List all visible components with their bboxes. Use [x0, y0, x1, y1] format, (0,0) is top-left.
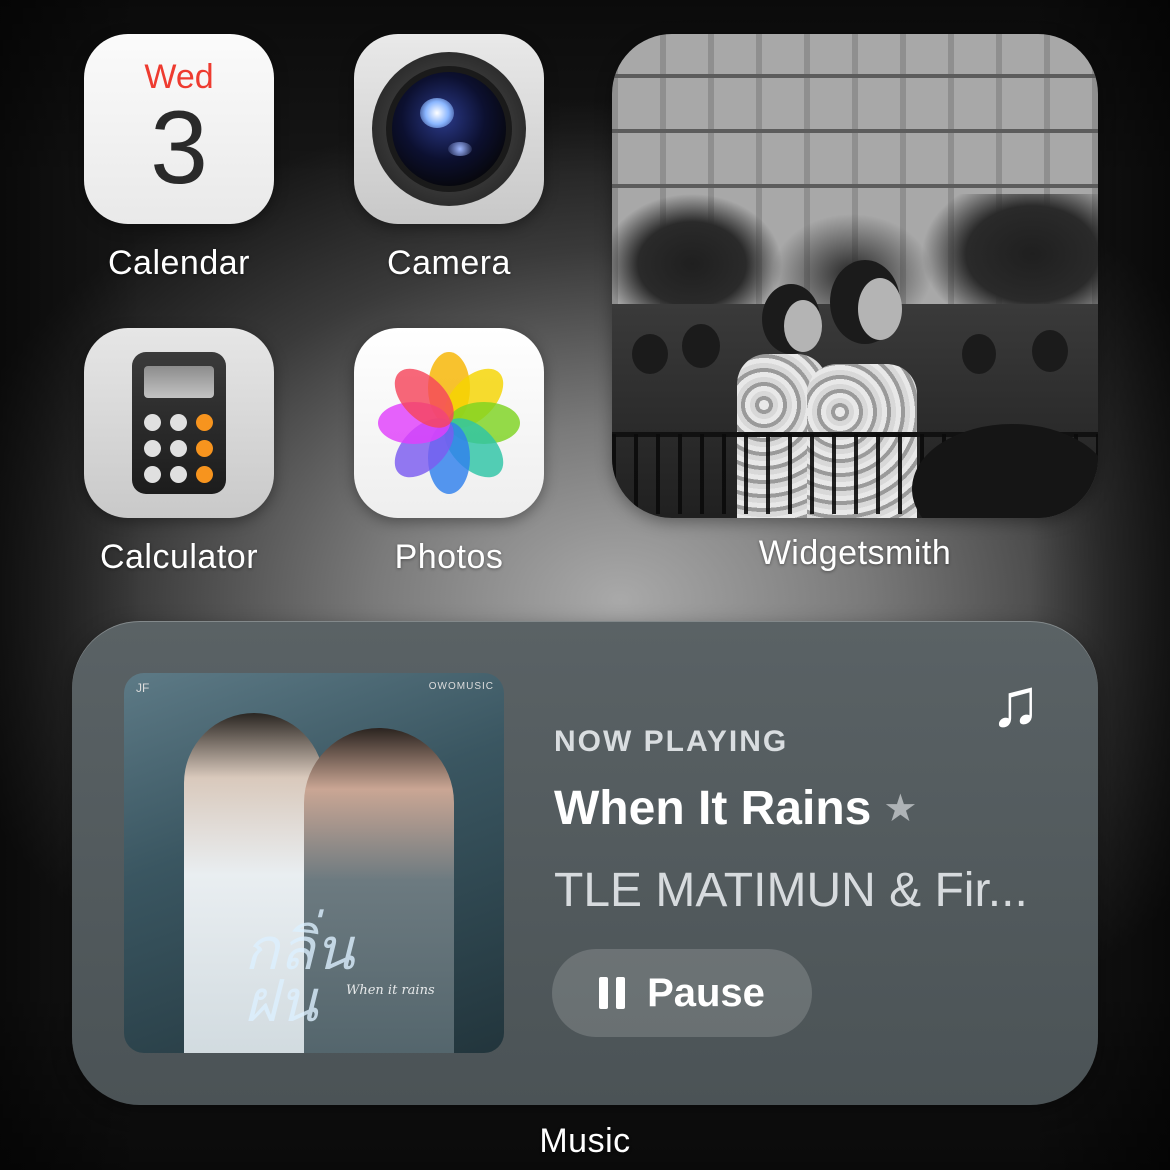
- pause-icon: [599, 977, 626, 1009]
- app-label-camera: Camera: [387, 244, 511, 282]
- calendar-date: 3: [150, 90, 208, 206]
- widgetsmith-photo-widget[interactable]: [612, 34, 1098, 518]
- app-label-calculator: Calculator: [99, 538, 259, 576]
- widget-label-widgetsmith: Widgetsmith: [758, 534, 952, 572]
- pause-button[interactable]: Pause: [552, 949, 812, 1037]
- album-label-logo: OWOMUSIC: [428, 681, 494, 692]
- music-widget[interactable]: JF OWOMUSIC กลิ่น ฝน When it rains ♫ NOW…: [72, 621, 1098, 1105]
- app-photos[interactable]: Photos: [354, 328, 544, 577]
- calendar-icon[interactable]: Wed 3: [84, 34, 274, 224]
- app-label-calendar: Calendar: [108, 244, 250, 282]
- album-subtitle: When it rains: [346, 983, 435, 998]
- photos-icon[interactable]: [354, 328, 544, 518]
- album-artwork[interactable]: JF OWOMUSIC กลิ่น ฝน When it rains: [124, 673, 504, 1053]
- widget-label-music: Music: [539, 1122, 631, 1160]
- camera-icon[interactable]: [354, 34, 544, 224]
- album-title-script: กลิ่น ฝน: [244, 915, 355, 1036]
- artist-name: TLE MATIMUN & Fir...: [554, 864, 1028, 917]
- album-corner-logo: JF: [136, 681, 150, 695]
- song-title: When It Rains: [554, 782, 872, 835]
- app-calendar[interactable]: Wed 3 Calendar: [84, 34, 274, 283]
- now-playing-label: NOW PLAYING: [554, 725, 789, 758]
- music-note-icon: ♫: [990, 665, 1041, 741]
- star-icon: ★: [883, 788, 918, 830]
- calculator-icon[interactable]: [84, 328, 274, 518]
- app-camera[interactable]: Camera: [354, 34, 544, 283]
- app-label-photos: Photos: [394, 538, 504, 576]
- pause-label: Pause: [647, 970, 765, 1015]
- app-calculator[interactable]: Calculator: [84, 328, 274, 577]
